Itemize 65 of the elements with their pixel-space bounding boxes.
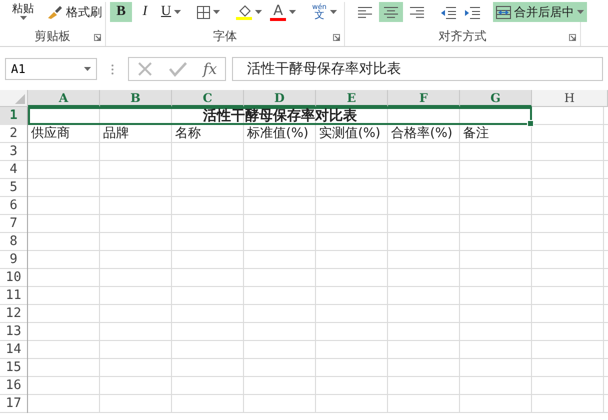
title-text: 活性干酵母保存率对比表: [203, 108, 357, 124]
align-left-icon: [358, 6, 372, 18]
caret-icon: [20, 16, 26, 20]
caret-icon: [84, 67, 91, 71]
align-center-button[interactable]: [379, 2, 403, 22]
column-header[interactable]: B: [100, 90, 172, 107]
row-header[interactable]: 17: [0, 395, 28, 413]
row-header[interactable]: 11: [0, 287, 28, 305]
paste-button[interactable]: 粘贴: [4, 2, 42, 28]
merge-cells-icon: [496, 6, 511, 18]
vertical-dots-icon: [111, 64, 114, 74]
row-header[interactable]: 6: [0, 197, 28, 215]
row-header[interactable]: 16: [0, 377, 28, 395]
column-header[interactable]: F: [388, 90, 460, 107]
format-button[interactable]: I: [134, 2, 156, 22]
indent-icon: [464, 6, 480, 18]
dialog-launcher-icon[interactable]: [333, 34, 340, 41]
table-cell-text: 名称: [174, 125, 202, 143]
column-header[interactable]: A: [28, 90, 100, 107]
merge-center-button[interactable]: 合并后居中: [493, 2, 587, 22]
row-header[interactable]: 13: [0, 323, 28, 341]
row-header[interactable]: 3: [0, 143, 28, 161]
format-button[interactable]: B: [110, 2, 132, 22]
borders-icon: [197, 6, 210, 18]
row-header[interactable]: 2: [0, 125, 28, 143]
dialog-launcher-icon[interactable]: [94, 34, 101, 41]
align-right-icon: [410, 6, 424, 18]
brush-icon: [47, 5, 63, 19]
row-header[interactable]: 14: [0, 341, 28, 359]
format-button[interactable]: U: [158, 2, 184, 22]
format-painter-button[interactable]: 格式刷: [44, 2, 105, 22]
outdent-icon: [440, 6, 456, 18]
table-cell-text: 实测值(%): [318, 125, 382, 143]
column-header[interactable]: D: [244, 90, 316, 107]
table-cell-text: 标准值(%): [246, 125, 310, 143]
fill-handle[interactable]: [527, 120, 534, 127]
row-header[interactable]: 1: [0, 107, 28, 125]
row-header[interactable]: 9: [0, 251, 28, 269]
row-header[interactable]: 8: [0, 233, 28, 251]
formula-input[interactable]: 活性干酵母保存率对比表: [232, 57, 603, 81]
group-label: 对齐方式: [438, 29, 486, 44]
row-header[interactable]: 7: [0, 215, 28, 233]
column-header[interactable]: G: [460, 90, 532, 107]
group-label: 字体: [213, 29, 237, 44]
checkmark-icon: [169, 61, 187, 77]
row-header[interactable]: 4: [0, 161, 28, 179]
column-header[interactable]: E: [316, 90, 388, 107]
table-cell-text: 合格率(%): [390, 125, 454, 143]
close-icon: [137, 61, 153, 77]
insert-function-button[interactable]: fx: [203, 60, 218, 78]
table-cell-text: 供应商: [30, 125, 71, 143]
merged-title-cell[interactable]: 活性干酵母保存率对比表: [28, 107, 532, 125]
row-header[interactable]: 10: [0, 269, 28, 287]
name-box[interactable]: A1: [5, 58, 97, 80]
font-color-button[interactable]: A: [267, 2, 300, 22]
row-header[interactable]: 12: [0, 305, 28, 323]
group-label: 剪贴板: [34, 29, 70, 44]
column-header[interactable]: C: [172, 90, 244, 107]
table-cell-text: 备注: [462, 125, 490, 143]
row-header[interactable]: 5: [0, 179, 28, 197]
align-center-icon: [384, 6, 398, 18]
dialog-launcher-icon[interactable]: [569, 34, 576, 41]
row-header[interactable]: 15: [0, 359, 28, 377]
table-cell-text: 品牌: [102, 125, 130, 143]
column-header[interactable]: H: [532, 90, 608, 107]
